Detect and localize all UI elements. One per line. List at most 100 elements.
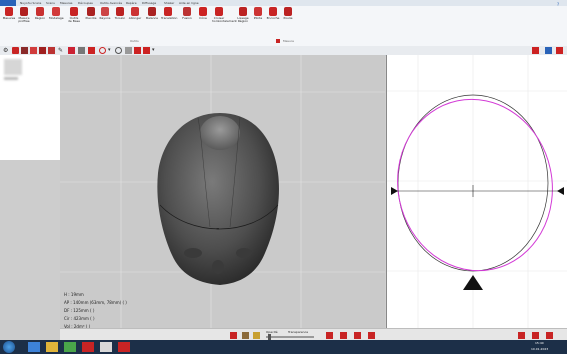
section-tool-icon[interactable] <box>518 332 525 339</box>
left-marker-icon <box>391 187 398 195</box>
ribbon-button-13[interactable]: Croiser horizontalement <box>212 7 237 39</box>
copy-icon[interactable] <box>48 47 55 54</box>
ribbon-button-label: Torsion <box>114 16 126 20</box>
texture-icon[interactable] <box>253 332 260 339</box>
ribbon-button-0[interactable]: Mesures <box>2 7 16 39</box>
ribbon-button-9[interactable]: Balance <box>145 7 159 39</box>
clock-time[interactable]: 15:40 <box>535 341 544 345</box>
taskbar-app-ie-icon[interactable] <box>28 342 40 352</box>
scan-list-panel <box>0 55 61 160</box>
scan-thumbnail[interactable] <box>4 59 22 75</box>
measure-df: DF : 125mm ( ) <box>64 308 95 313</box>
help-icon[interactable]: ? <box>557 2 559 7</box>
layer-icon[interactable] <box>21 47 28 54</box>
anchor-icon[interactable] <box>12 47 19 54</box>
chevron-down-icon[interactable]: ▾ <box>152 47 159 54</box>
view-back-icon[interactable] <box>340 332 347 339</box>
plinth-icon <box>254 7 262 16</box>
taskbar-app-rodin-icon[interactable] <box>82 342 94 352</box>
view-icon[interactable] <box>125 47 132 54</box>
ribbon-button-label: Poulie <box>283 16 293 20</box>
grid-icon[interactable] <box>78 47 85 54</box>
mirror-icon[interactable] <box>39 47 46 54</box>
taskbar-app-icon[interactable] <box>64 342 76 352</box>
group-label-outils: Outils <box>130 39 139 43</box>
start-button-icon[interactable] <box>3 341 15 353</box>
viewport-section-2d[interactable] <box>386 55 567 340</box>
ruler-icon <box>5 7 13 16</box>
viewport-3d[interactable]: ∞ H : 19mm AP : 140mm (63mm, 78mm) ( ) D… <box>60 55 385 340</box>
circle-tool-icon[interactable] <box>99 47 106 54</box>
section-export-icon[interactable] <box>546 332 553 339</box>
ribbon-button-label: Région <box>34 16 46 20</box>
window-icon[interactable] <box>545 47 552 54</box>
tab-nuyohu-scans[interactable]: Nuyohu Scans <box>20 0 41 6</box>
view-right-icon[interactable] <box>368 332 375 339</box>
ribbon-button-label: Plinte <box>253 16 263 20</box>
section-align-icon[interactable] <box>532 332 539 339</box>
head-top-cap <box>200 116 240 150</box>
taskbar-app-active-icon[interactable] <box>118 342 130 352</box>
ribbon-button-7[interactable]: Torsion <box>113 7 127 39</box>
tab-shaker[interactable]: Shaker <box>164 0 174 6</box>
material-icon[interactable] <box>242 332 249 339</box>
ribbon-button-3[interactable]: Modelage <box>49 7 64 39</box>
tab-outils-avances[interactable]: Outils Avancés <box>100 0 122 6</box>
modeling-icon <box>52 7 60 16</box>
view-left-icon[interactable] <box>354 332 361 339</box>
view-front-icon[interactable] <box>326 332 333 339</box>
ribbon-button-10[interactable]: Translation <box>161 7 177 39</box>
pencil-icon[interactable]: ✎ <box>58 47 65 54</box>
ribbon-button-label: Croiser horizontalement <box>212 16 237 24</box>
ribbon-button-label: Rayons <box>99 16 111 20</box>
ribbon-button-6[interactable]: Rayons <box>98 7 112 39</box>
dialog-launcher-icon[interactable] <box>276 39 280 43</box>
opacity-slider[interactable] <box>266 334 314 340</box>
ribbon-button-17[interactable]: Poulie <box>281 7 295 39</box>
model-3d-canvas[interactable]: ∞ <box>60 55 385 340</box>
clock-date[interactable]: 10.01.2023 <box>531 347 548 351</box>
settings-icon[interactable] <box>556 47 563 54</box>
cut-icon[interactable] <box>30 47 37 54</box>
ribbon-button-label: Modelage <box>49 16 64 20</box>
marker-icon[interactable] <box>88 47 95 54</box>
tools-icon[interactable]: ⚙ <box>3 47 10 54</box>
ribbon-button-2[interactable]: Région <box>33 7 47 39</box>
ribbon-button-1[interactable]: Mesure profilée <box>17 7 31 39</box>
left-empty-area <box>0 160 60 340</box>
ribbon-button-4[interactable]: Outils de Base <box>67 7 81 39</box>
tab-scans[interactable]: Scans <box>46 0 55 6</box>
paint-icon[interactable] <box>68 47 75 54</box>
fusion-icon <box>183 7 191 16</box>
pulley-icon <box>284 7 292 16</box>
ribbon-button-11[interactable]: Fusion <box>180 7 194 39</box>
measure-h: H : 19mm <box>64 292 84 297</box>
ribbon-button-5[interactable]: Piecote <box>84 7 98 39</box>
target-icon[interactable] <box>115 47 122 54</box>
scale-icon[interactable] <box>143 47 150 54</box>
ribbon-button-8[interactable]: Allonger <box>128 7 142 39</box>
file-tab[interactable] <box>0 0 16 6</box>
section-canvas[interactable] <box>387 55 567 340</box>
chevron-down-icon[interactable]: ▾ <box>108 47 115 54</box>
ribbon-button-16[interactable]: Encoche <box>266 7 280 39</box>
ribbon-button-14[interactable]: Lissage Région <box>236 7 250 39</box>
ribbon-button-label: Allonger <box>128 16 142 20</box>
ribbon-button-15[interactable]: Plinte <box>251 7 265 39</box>
ribbon-tab-bar: Nuyohu Scans Scans Mesures Découpes Outi… <box>0 0 567 6</box>
rotate-icon[interactable] <box>134 47 141 54</box>
export-icon[interactable] <box>532 47 539 54</box>
measure-cir: Cir : 423mm ( ) <box>64 316 95 321</box>
tab-mesures[interactable]: Mesures <box>60 0 72 6</box>
os-taskbar: 15:40 10.01.2023 <box>0 340 567 354</box>
taskbar-app-chrome-icon[interactable] <box>100 342 112 352</box>
tab-diffusage[interactable]: Diffusage <box>142 0 156 6</box>
tab-aide-en-ligne[interactable]: Aide en ligne <box>179 0 199 6</box>
taskbar-app-explorer-icon[interactable] <box>46 342 58 352</box>
tab-decoupes[interactable]: Découpes <box>78 0 93 6</box>
tab-repere[interactable]: Repère <box>126 0 137 6</box>
reset-view-icon[interactable] <box>230 332 237 339</box>
ribbon-button-label: Mesure profilée <box>18 16 30 24</box>
ribbon-button-12[interactable]: Cône <box>196 7 210 39</box>
radius-icon <box>101 7 109 16</box>
